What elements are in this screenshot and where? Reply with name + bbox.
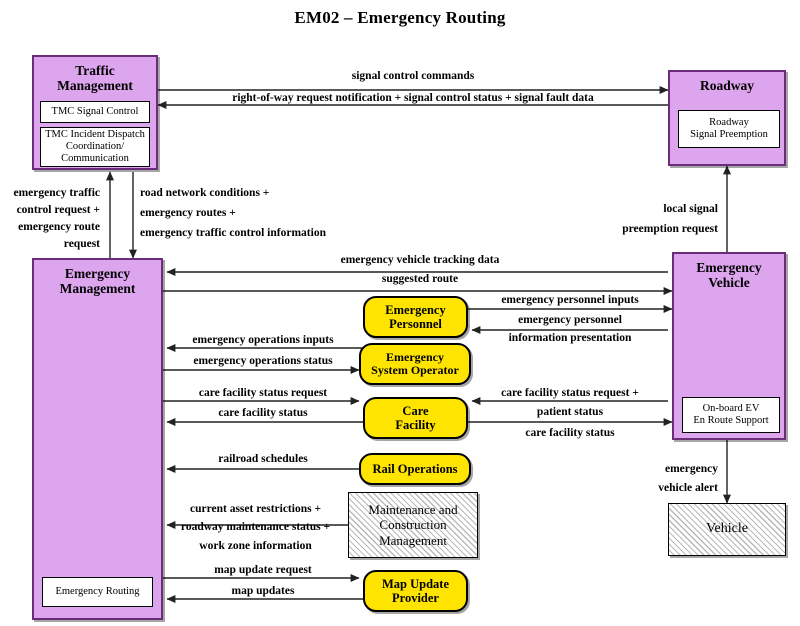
em-title-line1: Emergency [64,266,131,281]
ev-sub-line1: On-board EV [702,402,760,414]
subnode-roadway-signal-preemption[interactable]: Roadway Signal Preemption [678,110,780,148]
flow-asset-restrictions-line2: roadway maintenance status + [180,521,331,533]
ev-title-line1: Emergency [696,260,762,275]
tm-title-line2: Management [57,78,133,94]
flow-road-network-conditions-line3: emergency traffic control information [140,227,326,239]
flow-map-updates: map updates [231,585,295,597]
subnode-emergency-routing[interactable]: Emergency Routing [42,577,153,607]
tmc-incident-line3: Communication [61,153,129,165]
cf-line1: Care [402,404,429,418]
flow-care-facility-status: care facility status [218,407,308,419]
flow-care-facility-request-patient-line1: care facility status request + [501,387,639,399]
emergency-management-title: Emergency Management [34,260,161,296]
node-emergency-vehicle[interactable]: Emergency Vehicle On-board EV En Route S… [672,252,786,440]
subnode-tmc-signal-control[interactable]: TMC Signal Control [40,101,150,123]
flow-emergency-vehicle-alert-line1: emergency [665,463,718,475]
roadway-sub-line1: Roadway [709,116,749,128]
eso-line2: System Operator [371,363,459,377]
flow-care-facility-status-request: care facility status request [198,387,328,399]
traffic-management-title: Traffic Management [34,57,156,93]
flow-road-network-conditions-line1: road network conditions + [140,187,270,199]
flow-map-update-request: map update request [214,564,312,576]
flow-emergency-operations-status: emergency operations status [193,355,333,367]
mcm-line2: Construction [379,517,447,533]
ro-line1: Rail Operations [372,462,458,476]
flow-railroad-schedules: railroad schedules [218,453,308,465]
roadway-sub-line2: Signal Preemption [690,129,768,140]
flow-local-signal-preemption-line2: preemption request [622,223,718,235]
flow-emergency-personnel-info-line2: information presentation [508,332,632,344]
ev-sub-line2: En Route Support [693,415,769,426]
roadway-title: Roadway [670,72,784,93]
subnode-onboard-ev-en-route-support[interactable]: On-board EV En Route Support [682,397,780,433]
mup-line1: Map Update [381,577,450,591]
node-care-facility[interactable]: Care Facility [363,397,468,439]
node-traffic-management[interactable]: Traffic Management TMC Signal Control TM… [32,55,158,170]
emergency-vehicle-title: Emergency Vehicle [674,254,784,290]
mcm-line3: Management [379,532,447,548]
flow-care-facility-request-patient-line2: patient status [536,406,604,418]
tmc-incident-line2: Coordination/ [65,140,125,152]
node-emergency-system-operator[interactable]: Emergency System Operator [359,343,471,385]
flow-care-facility-status-right: care facility status [525,427,615,439]
flow-right-of-way-status: right-of-way request notification + sign… [232,92,594,104]
ev-title-line2: Vehicle [708,275,750,291]
flow-emergency-traffic-control-request-line4: request [63,238,100,250]
flow-emergency-personnel-info-line1: emergency personnel [518,314,622,326]
roadway-title-line1: Roadway [699,78,754,93]
node-maintenance-construction-management[interactable]: Maintenance and Construction Management [348,492,478,558]
vehicle-line1: Vehicle [706,521,748,537]
flow-suggested-route: suggested route [381,273,459,285]
mup-line2: Provider [392,591,439,605]
node-emergency-management[interactable]: Emergency Management Emergency Routing [32,258,163,620]
flow-emergency-personnel-inputs: emergency personnel inputs [501,294,639,306]
node-roadway[interactable]: Roadway Roadway Signal Preemption [668,70,786,166]
flow-emergency-traffic-control-request-line1: emergency traffic [13,187,100,199]
node-vehicle[interactable]: Vehicle [668,503,786,556]
diagram-canvas: EM02 – Emergency Routing Traffic Managem… [0,0,800,626]
subnode-tmc-incident-dispatch[interactable]: TMC Incident Dispatch Coordination/ Comm… [40,127,150,167]
mcm-line1: Maintenance and [368,501,458,517]
flow-asset-restrictions-line3: work zone information [199,540,312,552]
page-title: EM02 – Emergency Routing [294,8,506,27]
eso-line1: Emergency [386,349,444,364]
flow-signal-control-commands: signal control commands [351,70,475,82]
node-map-update-provider[interactable]: Map Update Provider [363,570,468,612]
flow-emergency-vehicle-tracking-data: emergency vehicle tracking data [340,254,500,266]
tm-title-line1: Traffic [75,63,115,78]
flow-local-signal-preemption-line1: local signal [663,203,718,215]
flow-emergency-traffic-control-request-line3: emergency route [18,221,100,233]
flow-asset-restrictions-line1: current asset restrictions + [190,503,321,515]
ep-line1: Emergency [385,303,446,317]
flow-emergency-vehicle-alert-line2: vehicle alert [658,482,718,494]
flow-emergency-operations-inputs: emergency operations inputs [192,334,334,346]
flow-emergency-traffic-control-request-line2: control request + [16,204,100,216]
tmc-incident-line1: TMC Incident Dispatch [45,128,145,140]
node-rail-operations[interactable]: Rail Operations [359,453,471,485]
flow-road-network-conditions-line2: emergency routes + [140,207,236,219]
node-emergency-personnel[interactable]: Emergency Personnel [363,296,468,338]
em-title-line2: Management [59,281,136,297]
ep-line2: Personnel [389,317,442,331]
cf-line2: Facility [395,418,436,432]
